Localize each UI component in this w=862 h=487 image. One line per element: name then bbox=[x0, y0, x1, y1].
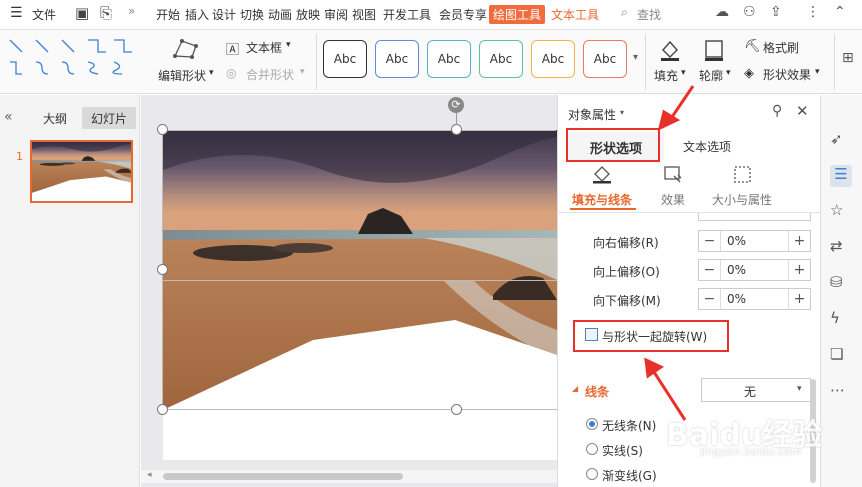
chevron-down-icon: ▾ bbox=[300, 67, 305, 77]
shape-effects-icon: ◈ bbox=[744, 66, 754, 81]
tab-outline[interactable]: 大纲 bbox=[34, 107, 76, 129]
resize-handle-bottom-left[interactable] bbox=[157, 404, 168, 415]
beach-photo-shape[interactable] bbox=[163, 130, 557, 460]
tab-slides[interactable]: 幻灯片 bbox=[82, 107, 137, 129]
format-painter-icon: ⛏ bbox=[744, 39, 761, 54]
shape-bottom-edge bbox=[163, 280, 557, 281]
radio-solid-line[interactable] bbox=[586, 443, 598, 455]
shape-style-4[interactable]: Abc bbox=[479, 40, 523, 78]
scroll-thumb[interactable] bbox=[163, 473, 403, 480]
save-icon[interactable]: ▣ bbox=[75, 4, 89, 22]
tab-transition[interactable]: 切换 bbox=[240, 6, 264, 23]
shape-style-1[interactable]: Abc bbox=[323, 40, 367, 78]
transition-icon[interactable]: ⇄ bbox=[830, 237, 852, 259]
menu-bar: ☰ 文件 ▣ ⎘ » 开始 插入 设计 切换 动画 放映 审阅 视图 开发工具 … bbox=[0, 0, 862, 30]
merge-shape-icon: ◎ bbox=[226, 66, 237, 80]
merge-shape-button[interactable]: 合并形状 bbox=[246, 66, 294, 83]
rotate-handle-line bbox=[456, 113, 457, 125]
format-painter-button[interactable]: 格式刷 bbox=[763, 39, 799, 56]
tab-view[interactable]: 视图 bbox=[352, 6, 376, 23]
textbox-button[interactable]: 文本框 bbox=[246, 39, 282, 56]
ribbon-divider bbox=[834, 34, 835, 90]
resize-handle-top[interactable] bbox=[451, 124, 462, 135]
hamburger-icon[interactable]: ☰ bbox=[10, 5, 23, 21]
rotate-handle-icon[interactable]: ⟳ bbox=[448, 97, 464, 113]
tab-drawing-tools[interactable]: 绘图工具 bbox=[489, 5, 546, 24]
outline-icon bbox=[705, 40, 723, 61]
cloud-icon[interactable]: ☁ bbox=[715, 4, 729, 20]
line-type-value: 无 bbox=[744, 385, 757, 399]
increment-icon[interactable]: + bbox=[788, 231, 810, 251]
pin-icon[interactable]: ⚲ bbox=[772, 103, 782, 119]
tab-text-tools[interactable]: 文本工具 bbox=[551, 6, 599, 23]
backup-icon[interactable]: ⛁ bbox=[830, 273, 852, 295]
annotation-arrows bbox=[644, 85, 695, 421]
fill-bucket-icon bbox=[661, 40, 679, 61]
gallery-expand-icon[interactable]: ▾ bbox=[633, 52, 638, 63]
scroll-left-icon[interactable]: ◂ bbox=[147, 470, 152, 480]
ribbon-more-icon[interactable]: ⊞ bbox=[842, 50, 854, 66]
textbox-icon: 🄰 bbox=[226, 43, 240, 58]
chevron-down-icon: ▾ bbox=[726, 68, 731, 78]
shape-style-3[interactable]: Abc bbox=[427, 40, 471, 78]
collapse-icon[interactable]: ⌃ bbox=[834, 4, 846, 20]
increment-icon[interactable]: + bbox=[788, 289, 810, 309]
increment-icon[interactable]: + bbox=[788, 260, 810, 280]
watermark-url: jingyan.baidu.com bbox=[700, 445, 802, 458]
ribbon-divider bbox=[316, 34, 317, 90]
slide-thumbnail[interactable] bbox=[30, 140, 133, 203]
shape-style-5[interactable]: Abc bbox=[531, 40, 575, 78]
resize-handle-top-left[interactable] bbox=[157, 124, 168, 135]
search-label[interactable]: 查找 bbox=[637, 6, 661, 23]
book-icon[interactable]: ❏ bbox=[830, 345, 852, 367]
tab-home[interactable]: 开始 bbox=[156, 6, 180, 23]
chevron-down-icon: ▾ bbox=[815, 67, 820, 77]
horizontal-scrollbar[interactable]: ◂ bbox=[141, 470, 557, 483]
rocket-icon[interactable]: ➶ bbox=[830, 130, 852, 152]
collapse-panel-icon[interactable]: « bbox=[4, 109, 13, 125]
share-icon[interactable]: ⇪ bbox=[770, 4, 782, 20]
tab-review[interactable]: 审阅 bbox=[324, 6, 348, 23]
right-sidebar: ➶ ☰ ☆ ⇄ ⛁ ϟ ❏ ⋯ bbox=[820, 95, 862, 487]
menu-file[interactable]: 文件 bbox=[32, 6, 56, 23]
chevron-down-icon: ▾ bbox=[797, 384, 802, 394]
user-icon[interactable]: ⚇ bbox=[743, 4, 756, 20]
radio-gradient-line[interactable] bbox=[586, 468, 598, 480]
selection-border bbox=[163, 409, 557, 410]
close-icon[interactable]: ✕ bbox=[796, 102, 809, 120]
properties-sliders-icon[interactable]: ☰ bbox=[830, 165, 852, 187]
app-window: ☰ 文件 ▣ ⎘ » 开始 插入 设计 切换 动画 放映 审阅 视图 开发工具 … bbox=[0, 0, 862, 487]
export-icon[interactable]: ⎘ bbox=[100, 4, 112, 22]
tab-slideshow[interactable]: 放映 bbox=[296, 6, 320, 23]
star-icon[interactable]: ☆ bbox=[830, 201, 852, 223]
shape-style-2[interactable]: Abc bbox=[375, 40, 419, 78]
slide-number: 1 bbox=[16, 150, 23, 163]
edit-shape-button[interactable]: 编辑形状 bbox=[158, 67, 206, 84]
more-chevron-icon[interactable]: » bbox=[128, 4, 135, 18]
tab-developer[interactable]: 开发工具 bbox=[383, 6, 431, 23]
chevron-down-icon: ▾ bbox=[681, 68, 686, 78]
search-icon[interactable]: ⌕ bbox=[621, 5, 628, 20]
shape-style-6[interactable]: Abc bbox=[583, 40, 627, 78]
tab-member[interactable]: 会员专享 bbox=[439, 6, 487, 23]
line-shapes-gallery[interactable] bbox=[6, 36, 146, 84]
more-icon[interactable]: ⋯ bbox=[830, 381, 852, 403]
lightning-icon[interactable]: ϟ bbox=[830, 309, 852, 331]
chevron-down-icon: ▾ bbox=[209, 68, 214, 78]
slide[interactable] bbox=[163, 130, 557, 460]
more-icon[interactable]: ⋮ bbox=[806, 4, 820, 20]
tab-design[interactable]: 设计 bbox=[212, 6, 236, 23]
tab-insert[interactable]: 插入 bbox=[185, 6, 209, 23]
edit-shape-icon bbox=[173, 39, 198, 59]
selection-border bbox=[162, 130, 556, 131]
radio-gradient-line-label[interactable]: 渐变线(G) bbox=[602, 467, 657, 484]
tab-animation[interactable]: 动画 bbox=[268, 6, 292, 23]
radio-solid-line-label[interactable]: 实线(S) bbox=[602, 442, 643, 459]
resize-handle-left[interactable] bbox=[157, 264, 168, 275]
resize-handle-bottom[interactable] bbox=[451, 404, 462, 415]
chevron-down-icon: ▾ bbox=[286, 40, 291, 50]
shape-effects-button[interactable]: 形状效果 bbox=[763, 66, 811, 83]
thumbnail-image bbox=[32, 142, 131, 201]
